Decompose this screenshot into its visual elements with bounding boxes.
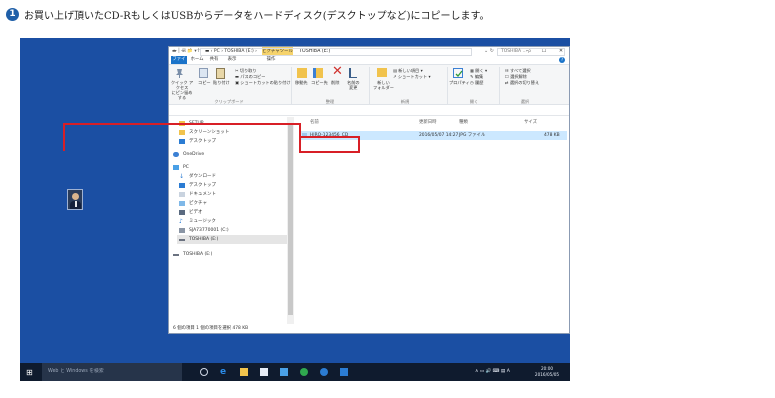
video-icon [179,210,185,215]
cloud-icon [173,152,179,157]
copy-to-icon[interactable] [313,68,323,78]
instruction-text: お買い上げ頂いたCD-RもしくはUSBからデータをハードディスク(デスクトップな… [24,11,490,22]
explorer-window: ▬ │ ☑ 📁 ▾ ピクチャツール TOSHIBA (E:) – ☐ ✕ ファイ… [168,46,570,334]
desktop-icon [179,183,185,188]
nav-item-screenshots[interactable]: スクリーンショット [177,128,287,137]
file-modified: 2016/05/07 14:27 [419,133,459,138]
group-label-open: 開く [469,99,479,104]
paste-icon[interactable] [216,68,225,79]
refresh-button[interactable]: ⌄ ↻ [484,48,494,54]
nav-item-documents[interactable]: ドキュメント [177,190,287,199]
group-label-select: 選択 [520,99,530,104]
edge-icon[interactable]: e [220,368,228,377]
folder-icon [179,130,185,135]
column-header-size[interactable]: サイズ [524,119,537,125]
chat-icon[interactable] [300,368,308,376]
rename-button[interactable]: 名前の 変更 [347,80,360,90]
nav-item-onedrive[interactable]: OneDrive [171,150,281,159]
ribbon: クイック アクセス にピン留めする コピー 貼り付け ✂ 切り取り ▬ パスのコ… [169,64,569,105]
callout-line-horizontal [63,123,300,125]
nav-scrollbar-thumb[interactable] [288,125,293,315]
file-size: 478 KB [544,133,560,138]
address-bar[interactable]: ▬ › PC › TOSHIBA (E:) › [200,48,472,56]
delete-button[interactable]: 削除 [331,80,339,86]
group-label-new: 新規 [400,99,410,104]
usb-drive-icon [179,239,185,241]
column-header-name[interactable]: 名前 [310,119,319,125]
music-icon: ♪ [179,218,183,225]
usb-drive-icon [173,254,179,256]
tab-share[interactable]: 共有 [207,56,221,64]
mail-icon[interactable] [340,368,348,376]
properties-icon[interactable] [453,68,463,78]
nav-item-pictures[interactable]: ピクチャ [177,199,287,208]
status-bar: 6 個の項目 1 個の項目を選択 478 KB [169,324,569,333]
app-icon[interactable] [280,368,288,376]
column-header-type[interactable]: 種類 [459,119,468,125]
invert-selection-button[interactable]: ⇄ 選択の切り替え [505,80,539,86]
callout-line-to-file [299,123,301,136]
nav-item-videos[interactable]: ビデオ [177,208,287,217]
file-explorer-icon[interactable] [240,368,248,376]
drive-icon [179,228,185,233]
clock[interactable]: 20:00 2016/05/05 [532,366,562,377]
copy-to-button[interactable]: コピー先 [311,80,328,86]
file-type: JPG ファイル [459,133,486,138]
quick-access-pin-button[interactable]: クイック アクセス にピン留めする [170,80,194,100]
paste-button[interactable]: 貼り付け [213,80,230,86]
nav-item-pc[interactable]: PC [171,163,281,172]
nav-item-drive-c[interactable]: SJA73770001 (C:) [177,226,287,235]
help-icon[interactable]: ? [559,57,565,63]
new-folder-icon[interactable] [377,68,387,77]
navigation-pane: SETUP スクリーンショット デスクトップ OneDrive PC ↓ダウンロ… [169,117,287,324]
nav-buttons[interactable]: ← → ⌃ ↑ [173,48,202,54]
task-view-icon[interactable] [200,368,208,376]
person-photo-icon[interactable] [67,189,83,210]
download-icon: ↓ [179,173,185,180]
desktop-icon [179,139,185,144]
nav-item-music[interactable]: ♪ ミュージック [177,217,287,226]
step-number-badge: 1 [6,8,19,21]
paste-shortcut-button[interactable]: ▣ ショートカットの貼り付け [235,80,291,86]
picture-icon [179,201,185,206]
group-label-organize: 整理 [325,99,335,104]
nav-item-downloads[interactable]: ↓ ダウンロード [177,172,287,181]
nav-item-desktop-pinned[interactable]: デスクトップ [177,137,287,146]
address-bar-row [169,106,569,116]
move-to-button[interactable]: 移動先 [295,80,308,86]
tray-icons[interactable]: ∧ ▭ 🔊 ⌨ ▤ A [475,369,510,374]
store-icon[interactable] [260,368,268,376]
copy-button[interactable]: コピー [198,80,211,86]
properties-button[interactable]: プロパティ [449,80,470,86]
pc-icon [173,165,179,170]
pin-icon[interactable] [175,68,184,78]
move-to-icon[interactable] [297,68,307,78]
windows-start-icon[interactable]: ⊞ [26,368,35,377]
tab-manage[interactable]: 操作 [264,56,278,64]
nav-item-desktop[interactable]: デスクトップ [177,181,287,190]
tab-home[interactable]: ホーム [190,56,204,64]
copy-icon[interactable] [199,68,208,78]
search-input[interactable]: TOSHIBA ... ρ [497,48,565,56]
easy-access-button[interactable]: ↗ ショートカット ▾ [393,74,431,80]
browser-icon[interactable] [320,368,328,376]
callout-highlight-box [299,136,360,153]
delete-icon[interactable]: ✕ [332,65,343,78]
tab-file[interactable]: ファイル [171,56,187,70]
taskbar-search[interactable]: Web と Windows を検索 [42,363,182,381]
rename-icon[interactable] [349,68,357,78]
nav-item-drive-e-root[interactable]: TOSHIBA (E:) [171,250,281,259]
column-header-modified[interactable]: 更新日時 [419,119,437,125]
history-button[interactable]: ◷ 履歴 [470,80,483,86]
nav-item-drive-e[interactable]: TOSHIBA (E:) [177,235,287,244]
group-label-clipboard: クリップボード [214,99,244,104]
callout-line-to-icon [63,123,65,151]
new-folder-button[interactable]: 新しい フォルダー [373,80,394,90]
taskbar: ⊞ Web と Windows を検索 e ∧ ▭ 🔊 ⌨ ▤ A 20:00 2… [20,363,570,381]
document-icon [179,192,185,197]
tab-view[interactable]: 表示 [225,56,239,64]
